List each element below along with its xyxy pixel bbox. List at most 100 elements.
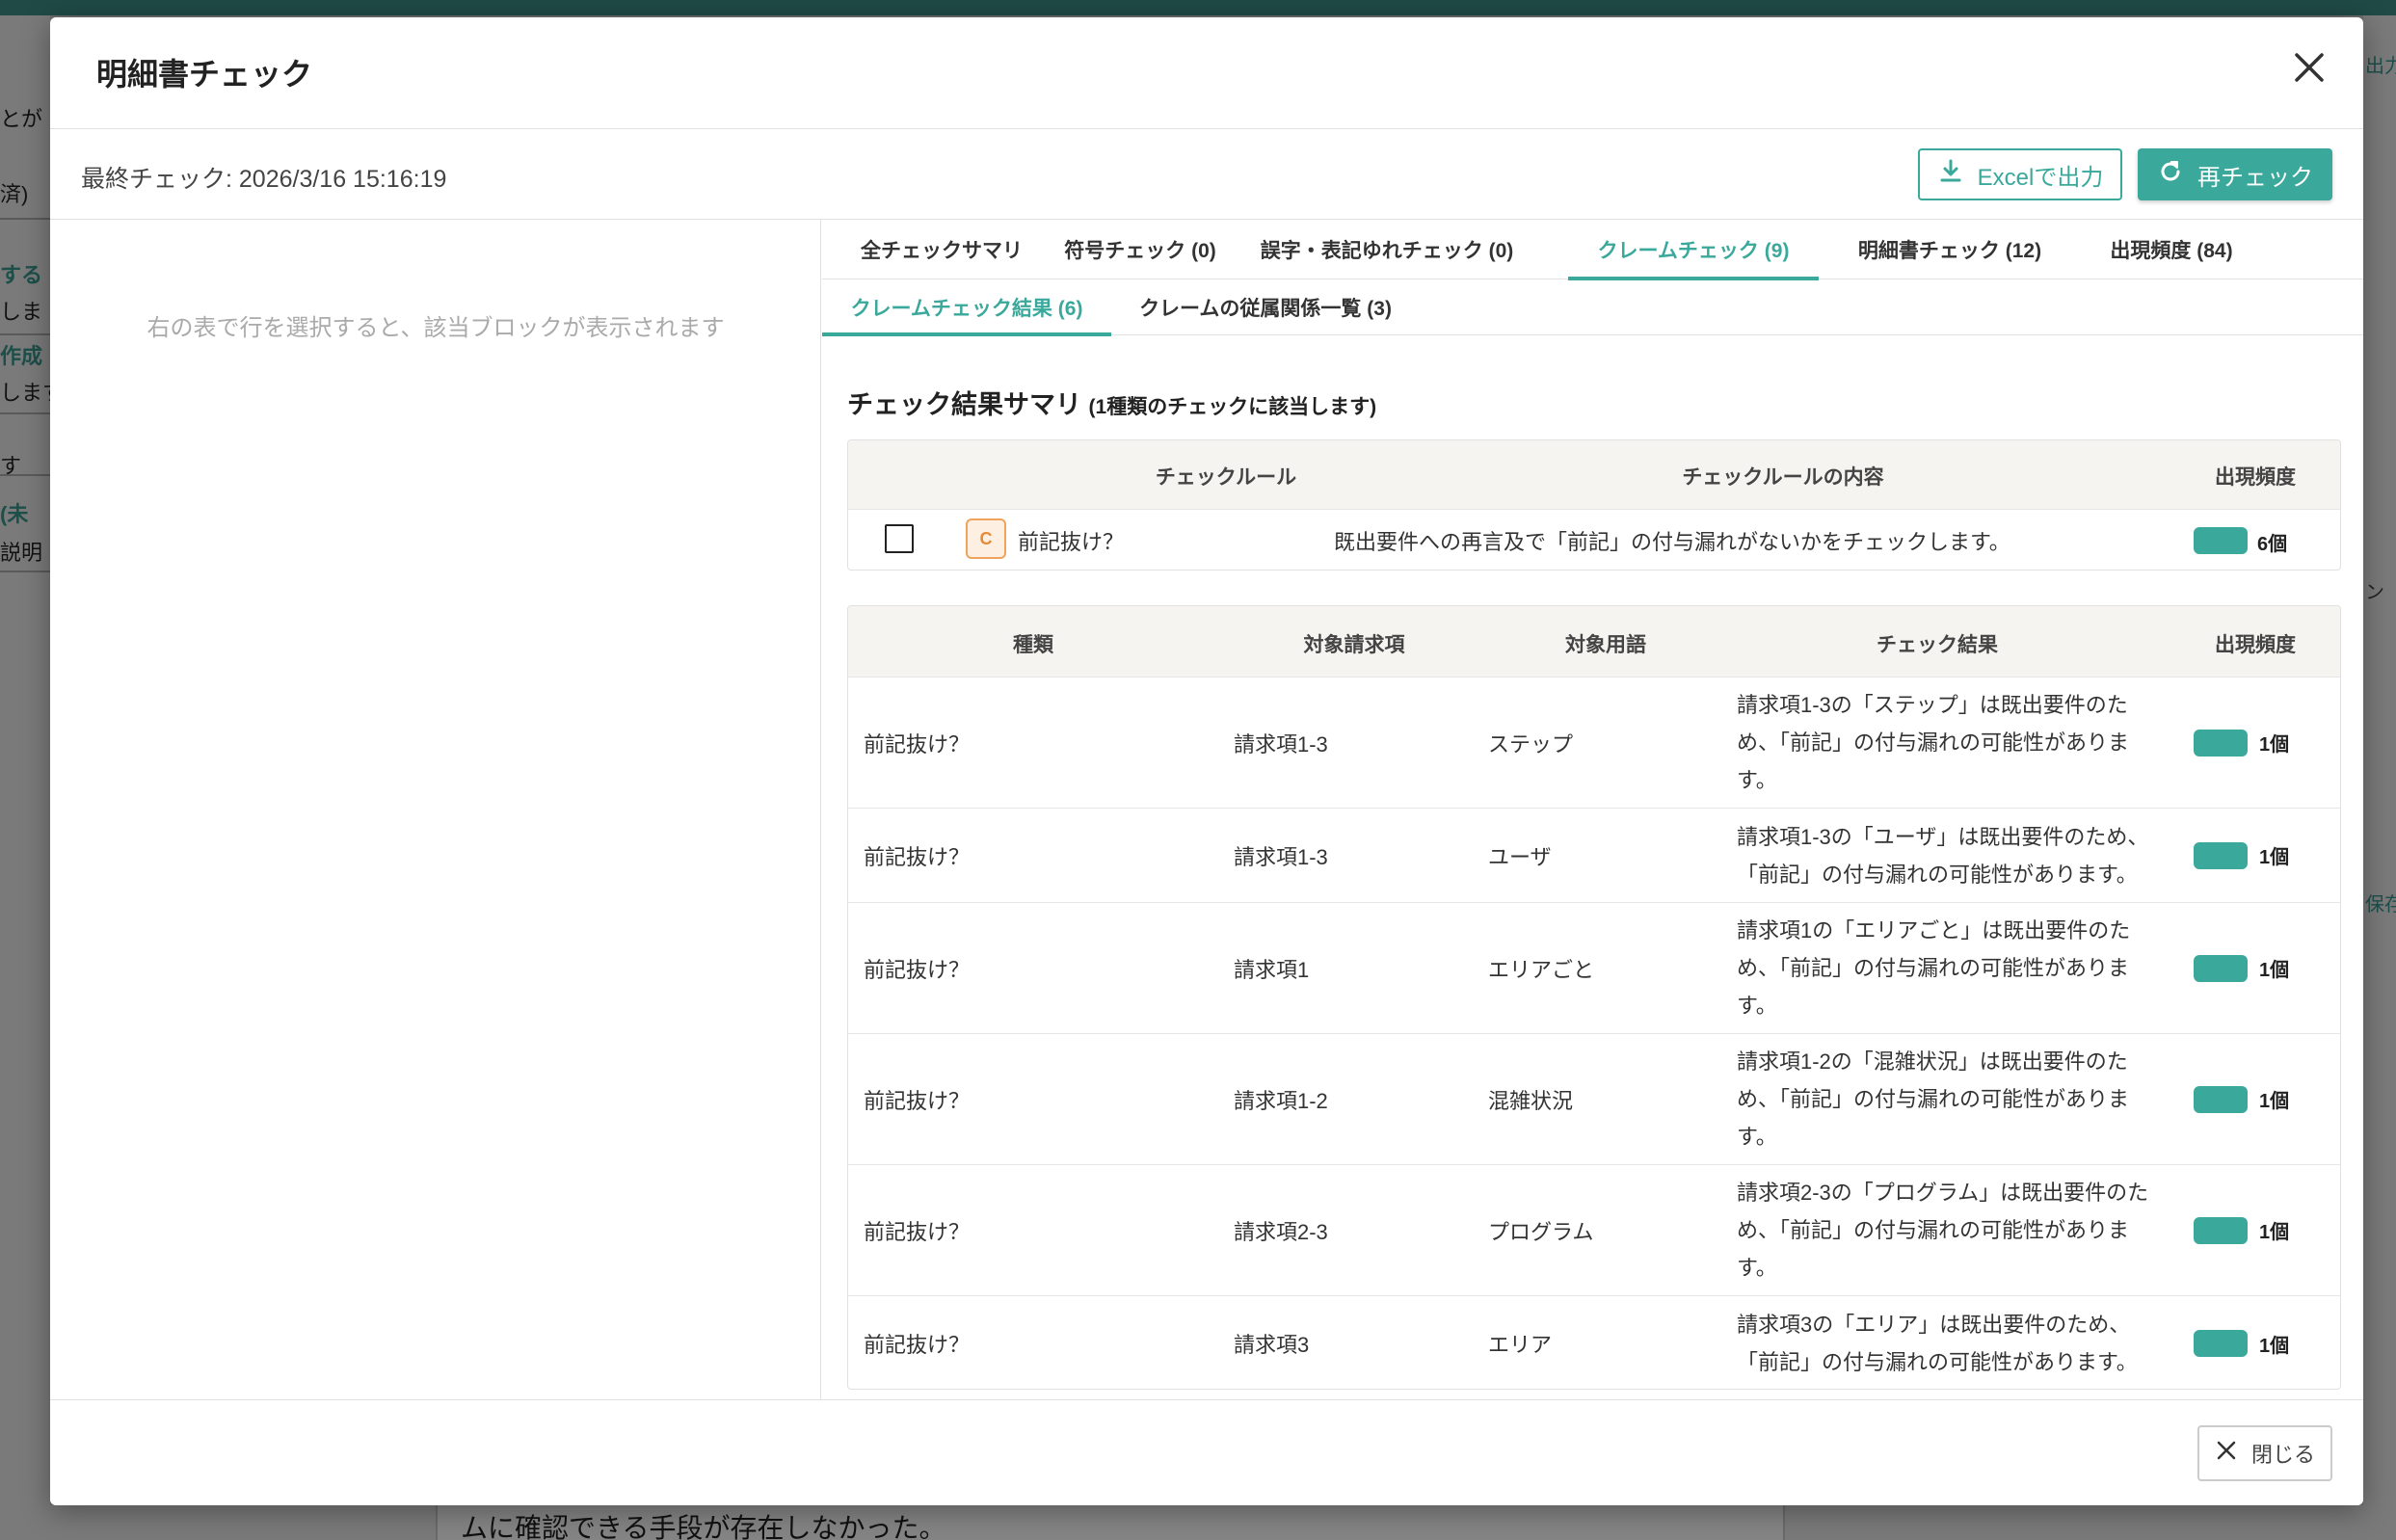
results-pane: 全チェックサマリ 符号チェック (0) 誤字・表記ゆれチェック (0) クレーム… bbox=[822, 220, 2363, 1399]
rule-name: 前記抜け？ bbox=[1018, 530, 1125, 554]
tab-typo-check[interactable]: 誤字・表記ゆれチェック (0) bbox=[1237, 220, 1537, 279]
modal-header: 明細書チェック bbox=[50, 17, 2363, 129]
background-text: ン bbox=[2365, 582, 2384, 603]
row-claim: 請求項3 bbox=[1234, 1333, 1310, 1357]
row-frequency: 1個 bbox=[2194, 677, 2338, 808]
recheck-button[interactable]: 再チェック bbox=[2138, 148, 2332, 200]
summary-subtitle: (1種類のチェックに該当します) bbox=[1088, 396, 1377, 418]
block-preview-pane: 右の表で行を選択すると、該当ブロックが表示されます bbox=[50, 220, 821, 1399]
frequency-count: 6個 bbox=[2257, 534, 2288, 555]
row-frequency: 1個 bbox=[2194, 809, 2338, 902]
close-small-icon bbox=[2215, 1439, 2238, 1468]
tab-spec-check[interactable]: 明細書チェック (12) bbox=[1834, 220, 2065, 279]
row-type: 前記抜け？ bbox=[864, 1088, 971, 1113]
frequency-count: 1個 bbox=[2259, 1222, 2290, 1243]
modal-toolbar: 最終チェック: 2026/3/16 15:16:19 Excelで出力 再チェッ… bbox=[50, 129, 2363, 220]
recheck-label: 再チェック bbox=[2197, 164, 2313, 191]
modal-title: 明細書チェック bbox=[96, 57, 313, 92]
background-text: とが bbox=[0, 107, 43, 131]
table-row[interactable]: 前記抜け？ 請求項2-3 プログラム 請求項2-3の「プログラム」は既出要件のた… bbox=[848, 1165, 2340, 1296]
background-document-text: ムに確認できる手段が存在しなかった。 bbox=[461, 1514, 946, 1540]
table-row[interactable]: 前記抜け？ 請求項1 エリアごと 請求項1の「エリアごと」は既出要件のため、「前… bbox=[848, 903, 2340, 1034]
rule-checkbox[interactable] bbox=[885, 524, 914, 553]
row-frequency: 1個 bbox=[2194, 903, 2338, 1033]
background-right-panel: 出力 ン 保存 bbox=[2363, 15, 2396, 1540]
close-icon[interactable] bbox=[2286, 44, 2332, 91]
tab-claim-check[interactable]: クレームチェック (9) bbox=[1568, 220, 1819, 280]
header-target-claim: 対象請求項 bbox=[1303, 634, 1405, 656]
background-text: す bbox=[0, 454, 22, 478]
row-result: 請求項1-3の「ステップ」は既出要件のため、「前記」の付与漏れの可能性があります… bbox=[1737, 693, 2130, 792]
row-type: 前記抜け？ bbox=[864, 731, 971, 757]
header-check-result: チェック結果 bbox=[1877, 634, 1998, 656]
row-term: ユーザ bbox=[1488, 844, 1552, 869]
background-text: 出力 bbox=[2365, 56, 2396, 77]
tab-reference-check[interactable]: 符号チェック (0) bbox=[1059, 220, 1221, 279]
row-claim: 請求項1-2 bbox=[1234, 1088, 1328, 1113]
table-row[interactable]: 前記抜け？ 請求項1-2 混雑状況 請求項1-2の「混雑状況」は既出要件のため、… bbox=[848, 1034, 2340, 1165]
row-type: 前記抜け？ bbox=[864, 844, 971, 869]
frequency-bar bbox=[2194, 1085, 2248, 1113]
frequency-count: 1個 bbox=[2259, 1091, 2290, 1112]
row-frequency: 1個 bbox=[2194, 1165, 2338, 1295]
background-top-bar bbox=[0, 0, 2396, 15]
frequency-count: 1個 bbox=[2259, 734, 2290, 756]
row-term: プログラム bbox=[1488, 1219, 1594, 1244]
background-text: 保存 bbox=[2365, 894, 2396, 916]
summary-heading: チェック結果サマリ (1種類のチェックに該当します) bbox=[847, 384, 1376, 421]
frequency-bar bbox=[2194, 1216, 2248, 1244]
header-frequency: 出現頻度 bbox=[2215, 634, 2296, 656]
subtab-claim-results[interactable]: クレームチェック結果 (6) bbox=[822, 279, 1111, 336]
background-text: します bbox=[0, 381, 50, 405]
frequency-count: 1個 bbox=[2259, 847, 2290, 868]
table-row[interactable]: 前記抜け？ 請求項1-3 ステップ 請求項1-3の「ステップ」は既出要件のため、… bbox=[848, 677, 2340, 809]
row-term: エリアごと bbox=[1488, 957, 1595, 982]
check-tabs: 全チェックサマリ 符号チェック (0) 誤字・表記ゆれチェック (0) クレーム… bbox=[822, 220, 2363, 280]
summary-title: チェック結果サマリ bbox=[847, 390, 1081, 419]
row-result: 請求項3の「エリア」は既出要件のため、「前記」の付与漏れの可能性があります。 bbox=[1737, 1313, 2138, 1374]
refresh-icon bbox=[2157, 158, 2184, 192]
frequency-bar bbox=[2194, 1330, 2248, 1357]
row-result: 請求項1-3の「ユーザ」は既出要件のため、「前記」の付与漏れの可能性があります。 bbox=[1737, 824, 2149, 887]
tab-frequency[interactable]: 出現頻度 (84) bbox=[2083, 220, 2260, 279]
last-check-timestamp: 最終チェック: 2026/3/16 15:16:19 bbox=[81, 166, 447, 193]
header-check-rule: チェックルール bbox=[1155, 466, 1297, 489]
rule-summary-table: チェックルール チェックルールの内容 出現頻度 C 前記抜け？ 既出要件への再言… bbox=[847, 439, 2341, 571]
close-button[interactable]: 閉じる bbox=[2197, 1425, 2332, 1481]
frequency-count: 1個 bbox=[2259, 1335, 2290, 1357]
background-text: 済) bbox=[0, 182, 29, 206]
tab-summary[interactable]: 全チェックサマリ bbox=[841, 220, 1042, 279]
row-type: 前記抜け？ bbox=[864, 1219, 971, 1244]
rule-row[interactable]: C 前記抜け？ 既出要件への再言及で「前記」の付与漏れがないかをチェックします。… bbox=[848, 510, 2340, 570]
row-claim: 請求項2-3 bbox=[1234, 1219, 1328, 1244]
header-type: 種類 bbox=[1013, 634, 1053, 656]
header-frequency: 出現頻度 bbox=[2215, 466, 2296, 489]
row-term: エリア bbox=[1488, 1333, 1553, 1357]
background-text: 作成 bbox=[0, 344, 43, 368]
excel-export-button[interactable]: Excelで出力 bbox=[1918, 148, 2122, 200]
table-row[interactable]: 前記抜け？ 請求項1-3 ユーザ 請求項1-3の「ユーザ」は既出要件のため、「前… bbox=[848, 809, 2340, 903]
frequency-bar bbox=[2194, 841, 2248, 869]
download-icon bbox=[1937, 158, 1964, 192]
row-result: 請求項1の「エリアごと」は既出要件のため、「前記」の付与漏れの可能性があります。 bbox=[1737, 918, 2131, 1018]
frequency-bar bbox=[2194, 729, 2248, 757]
subtab-claim-dependencies[interactable]: クレームの従属関係一覧 (3) bbox=[1129, 279, 1402, 335]
row-frequency: 1個 bbox=[2194, 1296, 2338, 1389]
header-target-term: 対象用語 bbox=[1565, 634, 1646, 656]
background-text: する bbox=[0, 263, 43, 287]
table-row[interactable]: 前記抜け？ 請求項3 エリア 請求項3の「エリア」は既出要件のため、「前記」の付… bbox=[848, 1296, 2340, 1389]
check-modal: 明細書チェック 最終チェック: 2026/3/16 15:16:19 Excel… bbox=[50, 17, 2363, 1505]
row-type: 前記抜け？ bbox=[864, 957, 971, 982]
row-claim: 請求項1 bbox=[1234, 957, 1310, 982]
excel-export-label: Excelで出力 bbox=[1977, 164, 2104, 191]
rule-content: 既出要件への再言及で「前記」の付与漏れがないかをチェックします。 bbox=[1334, 530, 2010, 554]
background-left-panel: とが 済) する しま 作成 します す (未 説明 bbox=[0, 15, 50, 1540]
background-text: しま bbox=[0, 300, 43, 324]
row-type: 前記抜け？ bbox=[864, 1333, 971, 1357]
frequency-count: 1個 bbox=[2259, 960, 2290, 981]
row-term: 混雑状況 bbox=[1488, 1088, 1574, 1113]
preview-hint: 右の表で行を選択すると、該当ブロックが表示されます bbox=[146, 315, 725, 341]
row-result: 請求項2-3の「プログラム」は既出要件のため、「前記」の付与漏れの可能性がありま… bbox=[1737, 1181, 2149, 1280]
result-table-header: 種類 対象請求項 対象用語 チェック結果 出現頻度 bbox=[848, 606, 2340, 677]
row-frequency: 1個 bbox=[2194, 1034, 2338, 1164]
